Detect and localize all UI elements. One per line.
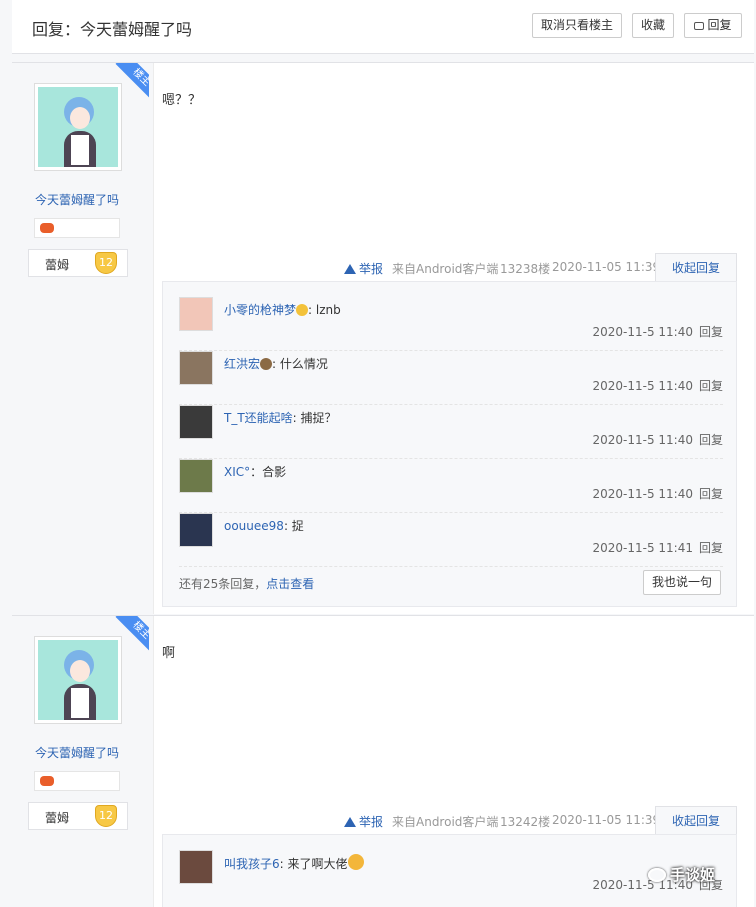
reply-link[interactable]: 回复 xyxy=(699,487,723,501)
gamepad-icon xyxy=(40,776,54,786)
post-time: 2020-11-05 11:39 xyxy=(552,813,661,827)
emoji-icon xyxy=(347,854,364,870)
avatar[interactable] xyxy=(179,459,213,493)
reply-link[interactable]: 回复 xyxy=(699,541,723,555)
reply-text: : 捉 xyxy=(283,519,304,533)
level-name: 蕾姆 xyxy=(45,811,70,825)
reply-button[interactable]: 回复 xyxy=(684,13,742,38)
more-replies: 还有25条回复，点击查看 xyxy=(179,577,315,591)
post-content: 啊 xyxy=(162,646,176,661)
user-icons xyxy=(34,771,120,791)
post-source: 来自Android客户端 xyxy=(392,262,499,276)
thread-header: 回复：今天蕾姆醒了吗 取消只看楼主 收藏 回复 xyxy=(12,0,754,54)
reply-time: 2020-11-5 11:40 xyxy=(592,325,693,339)
post-content: 嗯？？ xyxy=(162,93,202,108)
sub-reply: 红洪宏 : 什么情况 2020-11-5 11:40 回复 xyxy=(179,351,723,405)
reply-user[interactable]: oouuee98 xyxy=(224,519,284,533)
sub-reply: T_T还能起啥: 捕捉？ 2020-11-5 11:40 回复 xyxy=(179,405,723,459)
reply-text: : 什么情况 xyxy=(272,357,328,371)
reply-time: 2020-11-5 11:40 xyxy=(592,487,693,501)
report-link[interactable]: 举报 xyxy=(344,260,383,277)
reply-user[interactable]: 红洪宏 xyxy=(224,357,260,371)
avatar[interactable] xyxy=(179,297,213,331)
level-badge[interactable]: 蕾姆 12 xyxy=(28,802,128,830)
avatar[interactable] xyxy=(179,513,213,547)
only-op-button[interactable]: 取消只看楼主 xyxy=(532,13,622,38)
author-sidebar: 楼主 今天蕾姆醒了吗 蕾姆 12 xyxy=(12,616,154,907)
reply-text: : 捕捉？ xyxy=(292,411,337,425)
user-icons xyxy=(34,218,120,238)
sub-reply: 小零的枪神梦 : lznb 2020-11-5 11:40 回复 xyxy=(179,297,723,351)
watermark: 手谈姬 xyxy=(648,864,715,885)
reply-button-label: 回复 xyxy=(707,18,732,32)
warning-icon xyxy=(344,264,356,274)
avatar[interactable] xyxy=(34,636,122,724)
level-number: 12 xyxy=(95,252,117,274)
reply-user[interactable]: T_T还能起啥 xyxy=(224,411,293,425)
view-more-link[interactable]: 点击查看 xyxy=(266,577,314,591)
wechat-icon xyxy=(648,868,666,882)
author-sidebar: 楼主 今天蕾姆醒了吗 蕾姆 12 xyxy=(12,63,154,614)
reply-text: : 来了啊大佬 xyxy=(279,857,348,871)
reply-text: ：合影 xyxy=(250,465,287,479)
emoji-icon xyxy=(260,358,273,370)
post: 楼主 今天蕾姆醒了吗 蕾姆 12 嗯？？ 举报 来自Android客户端 132… xyxy=(12,62,754,614)
post: 楼主 今天蕾姆醒了吗 蕾姆 12 啊 举报 来自Android客户端 13242… xyxy=(12,615,754,907)
reply-text: : lznb xyxy=(308,303,341,317)
avatar[interactable] xyxy=(179,850,213,884)
post-source: 来自Android客户端 xyxy=(392,815,499,829)
sub-reply: oouuee98: 捉 2020-11-5 11:41 回复 xyxy=(179,513,723,567)
reply-user[interactable]: 小零的枪神梦 xyxy=(224,303,296,317)
say-something-button[interactable]: 我也说一句 xyxy=(643,570,721,595)
avatar[interactable] xyxy=(34,83,122,171)
favorite-button[interactable]: 收藏 xyxy=(632,13,674,38)
thread-title: 回复：今天蕾姆醒了吗 xyxy=(32,20,193,39)
floor-number: 13238楼 xyxy=(500,262,551,276)
warning-icon xyxy=(344,817,356,827)
reply-user[interactable]: 叫我孩子6 xyxy=(224,857,280,871)
avatar[interactable] xyxy=(179,405,213,439)
reply-link[interactable]: 回复 xyxy=(699,325,723,339)
reply-time: 2020-11-5 11:40 xyxy=(592,433,693,447)
post-time: 2020-11-05 11:39 xyxy=(552,260,661,274)
level-number: 12 xyxy=(95,805,117,827)
author-name[interactable]: 今天蕾姆醒了吗 xyxy=(12,744,142,761)
reply-time: 2020-11-5 11:41 xyxy=(592,541,693,555)
collapse-replies-button[interactable]: 收起回复 xyxy=(655,806,737,834)
reply-time: 2020-11-5 11:40 xyxy=(592,379,693,393)
gamepad-icon xyxy=(40,223,54,233)
emoji-icon xyxy=(296,304,309,316)
reply-link[interactable]: 回复 xyxy=(699,379,723,393)
reply-user[interactable]: XIC° xyxy=(224,465,250,479)
comment-icon xyxy=(694,22,705,30)
author-name[interactable]: 今天蕾姆醒了吗 xyxy=(12,191,142,208)
reply-link[interactable]: 回复 xyxy=(699,433,723,447)
sub-reply: XIC°：合影 2020-11-5 11:40 回复 xyxy=(179,459,723,513)
level-name: 蕾姆 xyxy=(45,258,70,272)
sub-replies: 小零的枪神梦 : lznb 2020-11-5 11:40 回复 红洪宏 : 什么情况… xyxy=(162,281,737,607)
avatar[interactable] xyxy=(179,351,213,385)
collapse-replies-button[interactable]: 收起回复 xyxy=(655,253,737,281)
level-badge[interactable]: 蕾姆 12 xyxy=(28,249,128,277)
sub-reply: 叫我孩子6: 来了啊大佬 2020-11-5 11:40 回复 xyxy=(179,850,723,904)
floor-number: 13242楼 xyxy=(500,815,551,829)
report-link[interactable]: 举报 xyxy=(344,813,383,830)
